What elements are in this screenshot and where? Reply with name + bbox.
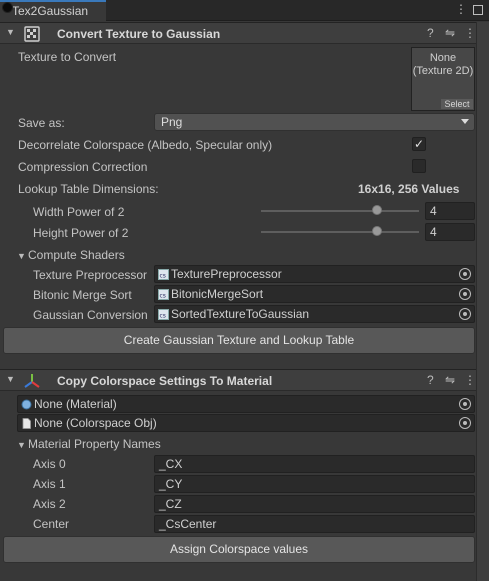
prop-text-field[interactable]: _CsCenter xyxy=(154,515,475,533)
lut-dimensions-label: Lookup Table Dimensions: xyxy=(18,182,159,196)
object-picker-icon[interactable] xyxy=(459,417,471,429)
height-slider-track[interactable] xyxy=(261,231,419,233)
compression-checkbox[interactable] xyxy=(412,159,426,173)
colorspace-value: None (Colorspace Obj) xyxy=(34,416,157,430)
help-icon[interactable]: ? xyxy=(427,373,434,387)
checkmark-icon: ✓ xyxy=(413,137,425,151)
compression-label: Compression Correction xyxy=(18,160,148,174)
prop-text-field[interactable]: _CY xyxy=(154,475,475,493)
document-icon xyxy=(22,418,31,429)
compute-shader-icon: cs xyxy=(158,289,169,300)
object-picker-icon[interactable] xyxy=(459,398,471,410)
height-slider-thumb[interactable] xyxy=(372,226,382,236)
window-tab-title: Tex2Gaussian xyxy=(12,4,89,18)
width-slider-track[interactable] xyxy=(261,210,419,212)
save-as-dropdown[interactable]: Png xyxy=(154,113,475,131)
material-object-field[interactable]: None (Material) xyxy=(17,395,475,413)
decorrelate-checkbox[interactable]: ✓ xyxy=(412,137,426,151)
maximize-icon[interactable] xyxy=(473,5,483,15)
component-menu-icon[interactable]: ⋮ xyxy=(464,26,476,40)
shader-value: TexturePreprocessor xyxy=(171,267,282,281)
shader-label: Texture Preprocessor xyxy=(33,268,148,282)
prop-label: Axis 1 xyxy=(33,477,66,491)
material-props-label: Material Property Names xyxy=(28,437,161,451)
compute-shader-icon: cs xyxy=(158,309,169,320)
shader-value: SortedTextureToGaussian xyxy=(171,307,310,321)
compute-fold-arrow-icon[interactable]: ▼ xyxy=(17,251,26,261)
texture-value-line1: None xyxy=(429,52,457,64)
prop-label: Axis 2 xyxy=(33,497,66,511)
texture-to-convert-label: Texture to Convert xyxy=(18,50,117,64)
prop-text-field[interactable]: _CZ xyxy=(154,495,475,513)
transform-axes-icon xyxy=(24,374,40,388)
material-value: None (Material) xyxy=(34,397,117,411)
prop-label: Axis 0 xyxy=(33,457,66,471)
object-picker-icon[interactable] xyxy=(459,268,471,280)
script-checker-icon xyxy=(24,26,40,42)
vertical-scrollbar[interactable] xyxy=(476,22,489,581)
width-slider-thumb[interactable] xyxy=(372,205,382,215)
create-gaussian-button[interactable]: Create Gaussian Texture and Lookup Table xyxy=(3,327,475,354)
section-fold-arrow-icon[interactable]: ▼ xyxy=(6,374,15,384)
presets-icon[interactable]: ⇋ xyxy=(445,26,455,40)
convert-section-header[interactable]: ▼ Convert Texture to Gaussian ? ⇋ ⋮ xyxy=(0,22,476,44)
kebab-menu-icon[interactable]: ⋮ xyxy=(455,2,467,16)
colorspace-object-field[interactable]: None (Colorspace Obj) xyxy=(17,414,475,432)
component-menu-icon[interactable]: ⋮ xyxy=(464,373,476,387)
object-picker-icon[interactable] xyxy=(459,288,471,300)
material-sphere-icon xyxy=(21,399,32,410)
shader-label: Bitonic Merge Sort xyxy=(33,288,132,302)
shader-label: Gaussian Conversion xyxy=(33,308,148,322)
convert-section-title: Convert Texture to Gaussian xyxy=(57,27,221,41)
assign-colorspace-button[interactable]: Assign Colorspace values xyxy=(3,536,475,563)
shader-object-field[interactable]: cs BitonicMergeSort xyxy=(154,285,475,303)
prop-text-field[interactable]: _CX xyxy=(154,455,475,473)
lut-dimensions-value: 16x16, 256 Values xyxy=(358,182,460,196)
tab-bar: Tex2Gaussian ⋮ xyxy=(0,0,489,21)
decorrelate-label: Decorrelate Colorspace (Albedo, Specular… xyxy=(18,138,273,152)
object-picker-icon[interactable] xyxy=(459,308,471,320)
help-icon[interactable]: ? xyxy=(427,26,434,40)
texture-value-line2: (Texture 2D) xyxy=(412,65,474,77)
width-power-field[interactable]: 4 xyxy=(425,202,475,220)
prop-label: Center xyxy=(33,517,70,531)
props-fold-arrow-icon[interactable]: ▼ xyxy=(17,440,26,450)
height-power-label: Height Power of 2 xyxy=(33,226,129,240)
compute-shaders-label: Compute Shaders xyxy=(28,248,125,262)
window-tab[interactable]: Tex2Gaussian xyxy=(0,0,106,21)
window-tools: ⋮ xyxy=(455,2,483,16)
svg-text:cs: cs xyxy=(160,313,166,320)
compute-shader-icon: cs xyxy=(158,269,169,280)
chevron-down-icon xyxy=(461,119,469,124)
shader-object-field[interactable]: cs SortedTextureToGaussian xyxy=(154,305,475,323)
copy-section-header[interactable]: ▼ Copy Colorspace Settings To Material ?… xyxy=(0,369,476,391)
section-fold-arrow-icon[interactable]: ▼ xyxy=(6,27,15,37)
copy-section-title: Copy Colorspace Settings To Material xyxy=(57,374,273,388)
save-as-label: Save as: xyxy=(18,116,65,130)
texture-object-field[interactable]: None (Texture 2D) Select xyxy=(411,47,475,111)
svg-text:cs: cs xyxy=(160,273,166,280)
shader-value: BitonicMergeSort xyxy=(171,287,264,301)
texture-select-button[interactable]: Select xyxy=(441,99,473,109)
presets-icon[interactable]: ⇋ xyxy=(445,373,455,387)
height-power-field[interactable]: 4 xyxy=(425,223,475,241)
width-power-label: Width Power of 2 xyxy=(33,205,125,219)
window-tab-dot-icon xyxy=(2,2,13,13)
shader-object-field[interactable]: cs TexturePreprocessor xyxy=(154,265,475,283)
svg-text:cs: cs xyxy=(160,293,166,300)
save-as-value: Png xyxy=(161,115,183,129)
